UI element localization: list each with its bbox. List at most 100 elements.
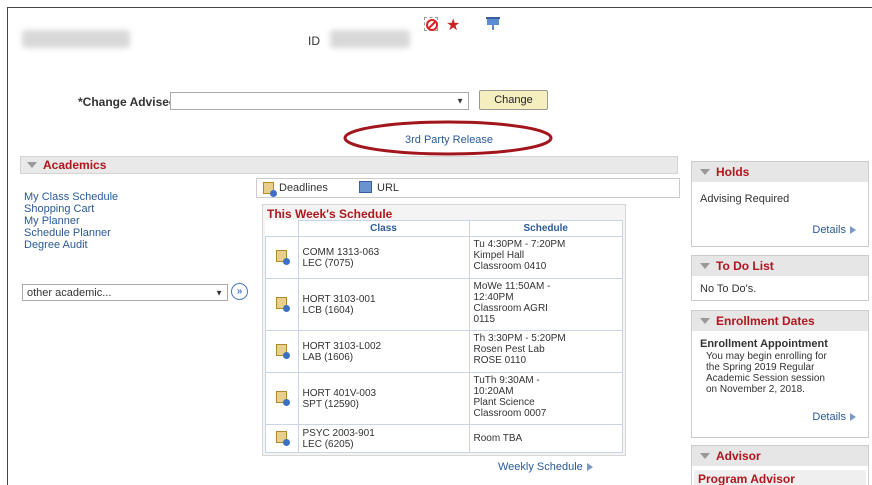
calendar-info-icon[interactable] xyxy=(265,236,299,279)
change-advisee-label: *Change Advisee xyxy=(78,95,176,109)
calendar-info-icon[interactable] xyxy=(265,278,299,331)
class-code: PSYC 2003-901 xyxy=(302,427,375,439)
schedule-line: 10:20AM xyxy=(473,386,514,397)
deadlines-icon xyxy=(263,182,277,197)
class-section: LEC (7075) xyxy=(302,257,354,269)
class-section: LAB (1606) xyxy=(302,351,354,363)
todo-panel: To Do List No To Do's. xyxy=(691,255,869,301)
schedule-line: TuTh 9:30AM - xyxy=(473,375,540,386)
table-row: HORT 401V-003 SPT (12590) TuTh 9:30AM -10… xyxy=(265,372,623,425)
schedule-table: Class Schedule COMM 1313-063 LEC (7075) T… xyxy=(265,220,623,453)
advisor-panel: Advisor Program Advisor xyxy=(691,445,869,485)
col-class: Class xyxy=(297,220,470,237)
class-section: LCB (1604) xyxy=(302,304,354,316)
url-icon xyxy=(359,181,372,193)
chevron-down-icon: ▼ xyxy=(456,96,464,106)
advisor-title: Advisor xyxy=(716,449,761,463)
academic-links: My Class Schedule Shopping Cart My Plann… xyxy=(24,191,118,251)
table-row: COMM 1313-063 LEC (7075) Tu 4:30PM - 7:20… xyxy=(265,236,623,279)
schedule-line: ROSE 0110 xyxy=(473,355,527,366)
advisor-header[interactable]: Advisor xyxy=(692,446,868,466)
id-label: ID xyxy=(308,34,320,48)
collapse-triangle-icon xyxy=(700,318,710,324)
enrollment-line: on November 2, 2018. xyxy=(706,384,805,395)
enrollment-panel: Enrollment Dates Enrollment Appointment … xyxy=(691,310,869,438)
other-academic-value: other academic... xyxy=(27,286,112,299)
holds-title: Holds xyxy=(716,165,750,179)
schedule-line: Classroom 0007 xyxy=(473,408,547,419)
presentation-icon[interactable] xyxy=(485,16,501,35)
link-my-class-schedule[interactable]: My Class Schedule xyxy=(24,191,118,203)
collapse-triangle-icon xyxy=(700,263,710,269)
table-row: PSYC 2003-901 LEC (6205) Room TBA xyxy=(265,424,623,453)
details-label: Details xyxy=(812,224,846,236)
calendar-info-icon[interactable] xyxy=(265,372,299,425)
link-degree-audit[interactable]: Degree Audit xyxy=(24,239,88,251)
holds-details-link[interactable]: Details xyxy=(812,224,856,236)
schedule-line: Th 3:30PM - 5:20PM xyxy=(473,333,566,344)
student-name-redacted xyxy=(22,30,130,48)
calendar-info-icon[interactable] xyxy=(265,330,299,373)
weekly-schedule-label: Weekly Schedule xyxy=(498,461,583,473)
schedule-line: Tu 4:30PM - 7:20PM xyxy=(473,239,566,250)
collapse-triangle-icon xyxy=(700,169,710,175)
page-frame: ID ★ *Change Advisee ▼ Change 3rd Party … xyxy=(7,7,872,485)
enrollment-heading: Enrollment Appointment xyxy=(700,338,828,350)
class-code: HORT 3103-L002 xyxy=(302,340,382,352)
other-academic-select[interactable]: other academic... ▼ xyxy=(22,284,228,301)
deadlines-tab[interactable]: Deadlines xyxy=(279,182,328,194)
collapse-triangle-icon xyxy=(27,162,37,168)
arrow-right-icon xyxy=(850,413,856,422)
link-schedule-planner[interactable]: Schedule Planner xyxy=(24,227,111,239)
schedule-line: MoWe 11:50AM - xyxy=(473,281,551,292)
arrow-right-icon xyxy=(586,463,593,472)
enrollment-text: You may begin enrolling for the Spring 2… xyxy=(706,351,827,395)
class-section: SPT (12590) xyxy=(302,398,360,410)
advisee-select[interactable]: ▼ xyxy=(170,92,469,110)
class-code: HORT 3103-001 xyxy=(302,293,376,305)
deadlines-url-bar: Deadlines URL xyxy=(256,178,680,198)
class-section: LEC (6205) xyxy=(302,438,354,450)
enrollment-header[interactable]: Enrollment Dates xyxy=(692,311,868,331)
chevron-down-icon: ▼ xyxy=(215,288,223,297)
schedule-line: Plant Science xyxy=(473,397,535,408)
schedule-line: Classroom AGRI xyxy=(473,303,548,314)
no-access-icon[interactable] xyxy=(424,17,438,31)
calendar-info-icon[interactable] xyxy=(265,424,299,453)
third-party-release-link[interactable]: 3rd Party Release xyxy=(405,134,493,146)
holds-panel: Holds Advising Required Details xyxy=(691,161,869,247)
enrollment-title: Enrollment Dates xyxy=(716,314,815,328)
todo-text: No To Do's. xyxy=(700,283,757,295)
url-tab[interactable]: URL xyxy=(377,182,399,194)
arrow-right-icon xyxy=(850,226,856,235)
schedule-line: Room TBA xyxy=(473,433,523,444)
change-button[interactable]: Change xyxy=(479,90,548,110)
academics-header[interactable]: Academics xyxy=(20,156,678,174)
enrollment-line: the Spring 2019 Regular xyxy=(706,362,815,373)
id-redacted xyxy=(330,30,410,48)
details-label: Details xyxy=(812,411,846,423)
academics-title: Academics xyxy=(43,158,107,172)
schedule-line: 0115 xyxy=(473,314,496,325)
table-row: HORT 3103-L002 LAB (1606) Th 3:30PM - 5:2… xyxy=(265,330,623,373)
class-code: COMM 1313-063 xyxy=(302,246,380,258)
link-shopping-cart[interactable]: Shopping Cart xyxy=(24,203,94,215)
table-row: HORT 3103-001 LCB (1604) MoWe 11:50AM -12… xyxy=(265,278,623,331)
enrollment-line: You may begin enrolling for xyxy=(706,351,827,362)
holds-text: Advising Required xyxy=(700,193,790,205)
schedule-line: 12:40PM xyxy=(473,292,514,303)
collapse-triangle-icon xyxy=(700,453,710,459)
holds-header[interactable]: Holds xyxy=(692,162,868,182)
todo-title: To Do List xyxy=(716,259,774,273)
schedule-line: Classroom 0410 xyxy=(473,261,547,272)
weekly-schedule-link[interactable]: Weekly Schedule xyxy=(498,461,593,473)
todo-header[interactable]: To Do List xyxy=(692,256,868,276)
star-icon[interactable]: ★ xyxy=(446,15,460,35)
enrollment-line: Academic Session session xyxy=(706,373,825,384)
enrollment-details-link[interactable]: Details xyxy=(812,411,856,423)
schedule-title: This Week's Schedule xyxy=(267,207,393,221)
link-my-planner[interactable]: My Planner xyxy=(24,215,80,227)
program-advisor-label: Program Advisor xyxy=(694,470,866,485)
go-button-icon[interactable]: » xyxy=(231,283,248,300)
schedule-line: Kimpel Hall xyxy=(473,250,525,261)
